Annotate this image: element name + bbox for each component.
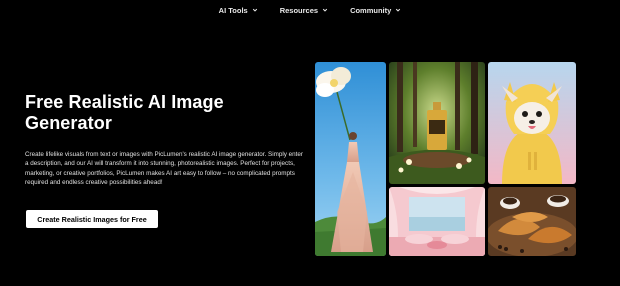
nav-item-ai-tools[interactable]: AI Tools [219, 6, 258, 15]
gallery-image-pink-lounge [389, 187, 485, 256]
chevron-down-icon [396, 8, 401, 12]
create-images-button[interactable]: Create Realistic Images for Free [26, 210, 158, 228]
chevron-down-icon [252, 8, 257, 12]
nav-item-community[interactable]: Community [350, 6, 401, 15]
gallery-image-croissants [488, 187, 576, 256]
chevron-down-icon [322, 8, 328, 12]
nav-item-label: AI Tools [218, 5, 248, 15]
hero-description: Create lifelike visuals from text or ima… [25, 151, 304, 187]
top-nav: AI Tools Resources Community [0, 0, 620, 20]
gallery-image-chihuahua [488, 62, 576, 184]
nav-item-resources[interactable]: Resources [280, 6, 328, 15]
hero-title: Free Realistic AI Image Generator [25, 92, 224, 133]
nav-item-label: Community [350, 5, 392, 15]
gallery-image-perfume [389, 62, 485, 184]
nav-item-label: Resources [279, 5, 319, 15]
gallery-image-woman-flower [315, 62, 386, 256]
